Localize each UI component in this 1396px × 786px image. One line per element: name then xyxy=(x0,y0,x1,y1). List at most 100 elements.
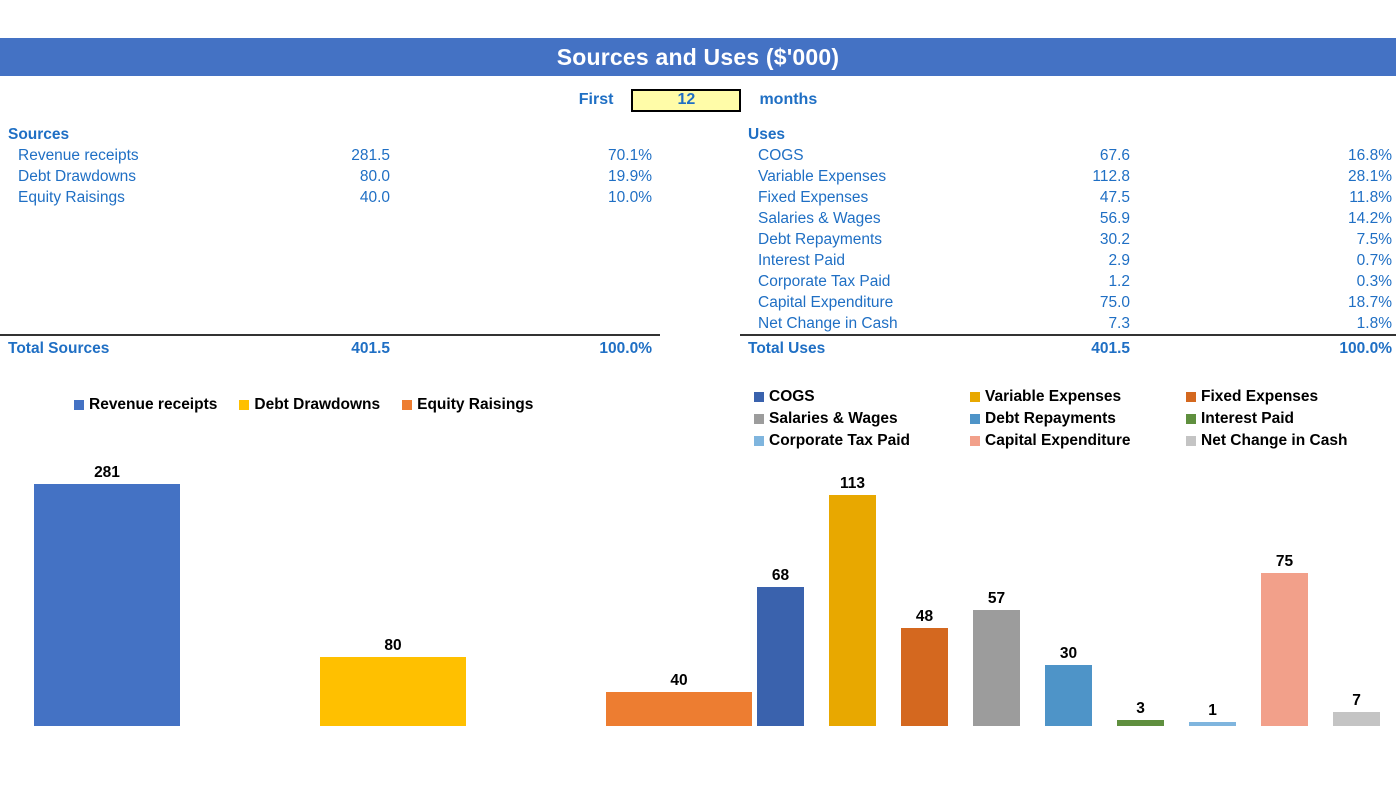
spacer-row xyxy=(0,313,660,335)
table-row: Fixed Expenses 47.5 11.8% xyxy=(740,187,1396,208)
row-percent: 70.1% xyxy=(608,146,652,164)
table-row: Corporate Tax Paid 1.2 0.3% xyxy=(740,271,1396,292)
row-label: Debt Repayments xyxy=(758,230,883,248)
legend-swatch-icon xyxy=(754,392,764,402)
legend-label: Interest Paid xyxy=(1201,410,1295,427)
table-row: Interest Paid 2.9 0.7% xyxy=(740,250,1396,271)
bar-rect xyxy=(320,657,466,726)
chart-bar: 80 xyxy=(320,635,466,726)
legend-swatch-icon xyxy=(74,400,84,410)
bar-rect xyxy=(829,495,876,726)
legend-swatch-icon xyxy=(1186,436,1196,446)
legend-label: Debt Repayments xyxy=(985,410,1116,427)
legend-item: COGS xyxy=(754,386,970,408)
bar-value-label: 3 xyxy=(1136,700,1145,717)
row-percent: 16.8% xyxy=(1348,146,1392,164)
row-value: 47.5 xyxy=(1099,188,1130,206)
bar-rect xyxy=(901,628,948,726)
sources-title: Sources xyxy=(8,125,70,143)
row-value: 75.0 xyxy=(1099,293,1130,311)
bar-rect xyxy=(1045,665,1092,726)
bar-rect xyxy=(1261,573,1308,726)
page-title-bar: Sources and Uses ($'000) xyxy=(0,38,1396,76)
table-row: Capital Expenditure 75.0 18.7% xyxy=(740,292,1396,313)
chart-bar: 30 xyxy=(1045,643,1092,726)
row-value: 2.9 xyxy=(1108,251,1130,269)
spacer-row xyxy=(0,250,660,271)
row-value: 7.3 xyxy=(1108,314,1130,332)
legend-swatch-icon xyxy=(970,414,980,424)
total-percent: 100.0% xyxy=(542,334,660,361)
uses-title: Uses xyxy=(748,125,786,143)
row-label: Interest Paid xyxy=(758,251,846,269)
sources-chart-legend: Revenue receipts Debt Drawdowns Equity Rai… xyxy=(74,396,614,414)
legend-swatch-icon xyxy=(754,414,764,424)
legend-label: COGS xyxy=(769,388,815,405)
total-label: Total Uses xyxy=(740,334,1010,361)
sources-bar-chart: Revenue receipts Debt Drawdowns Equity Rai… xyxy=(0,386,752,726)
period-selector-row: First months xyxy=(0,86,1396,114)
row-value: 40.0 xyxy=(359,188,390,206)
bar-value-label: 1 xyxy=(1208,702,1217,719)
legend-swatch-icon xyxy=(402,400,413,410)
months-input[interactable] xyxy=(631,88,742,112)
chart-bar: 40 xyxy=(606,670,752,726)
row-percent: 0.3% xyxy=(1356,272,1392,290)
spacer-row xyxy=(0,229,660,250)
row-label: Revenue receipts xyxy=(18,146,139,164)
bar-value-label: 68 xyxy=(771,567,790,584)
row-label: COGS xyxy=(758,146,804,164)
bar-value-label: 281 xyxy=(94,464,120,481)
row-label: Salaries & Wages xyxy=(758,209,881,227)
bar-value-label: 40 xyxy=(670,672,688,689)
total-value: 401.5 xyxy=(270,334,542,361)
row-label: Net Change in Cash xyxy=(758,314,898,332)
chart-bar: 281 xyxy=(34,462,180,726)
legend-swatch-icon xyxy=(239,400,250,410)
chart-bar: 57 xyxy=(973,588,1020,726)
sources-total-row: Total Sources 401.5 100.0% xyxy=(0,334,660,361)
bar-value-label: 113 xyxy=(839,475,865,492)
row-label: Debt Drawdowns xyxy=(18,167,137,185)
uses-chart-plot: 68 113 48 57 30 3 1 75 7 xyxy=(740,460,1396,726)
table-row: Equity Raisings 40.0 10.0% xyxy=(0,187,660,208)
legend-label: Salaries & Wages xyxy=(769,410,898,427)
chart-bar: 7 xyxy=(1333,690,1380,726)
legend-item: Fixed Expenses xyxy=(1186,386,1396,408)
legend-item: Variable Expenses xyxy=(970,386,1186,408)
row-value: 80.0 xyxy=(359,167,390,185)
legend-label: Fixed Expenses xyxy=(1201,388,1319,405)
bar-rect xyxy=(34,484,180,726)
row-value: 112.8 xyxy=(1092,167,1130,185)
row-percent: 10.0% xyxy=(608,188,652,206)
row-label: Variable Expenses xyxy=(758,167,887,185)
spacer-row xyxy=(0,208,660,229)
legend-item: Interest Paid xyxy=(1186,408,1396,430)
total-value: 401.5 xyxy=(1010,334,1282,361)
bar-rect xyxy=(757,587,804,726)
legend-swatch-icon xyxy=(1186,414,1196,424)
table-row: Revenue receipts 281.5 70.1% xyxy=(0,145,660,166)
table-row: Debt Repayments 30.2 7.5% xyxy=(740,229,1396,250)
legend-item: Debt Drawdowns xyxy=(239,396,380,414)
row-percent: 19.9% xyxy=(608,167,652,185)
legend-label: Corporate Tax Paid xyxy=(769,432,910,449)
spacer-row xyxy=(0,271,660,292)
row-percent: 18.7% xyxy=(1348,293,1392,311)
legend-item: Equity Raisings xyxy=(402,396,533,414)
uses-chart-legend: COGS Variable Expenses Fixed Expenses Salar… xyxy=(754,386,1396,452)
bar-value-label: 7 xyxy=(1352,692,1361,709)
row-value: 67.6 xyxy=(1099,146,1130,164)
legend-item: Salaries & Wages xyxy=(754,408,970,430)
chart-bar: 48 xyxy=(901,606,948,726)
page-title: Sources and Uses ($'000) xyxy=(556,43,840,70)
uses-section-header: Uses xyxy=(740,124,1396,145)
table-row: Variable Expenses 112.8 28.1% xyxy=(740,166,1396,187)
total-label: Total Sources xyxy=(0,334,270,361)
chart-bar: 1 xyxy=(1189,700,1236,726)
legend-swatch-icon xyxy=(754,436,764,446)
legend-item: Capital Expenditure xyxy=(970,430,1186,452)
bar-rect xyxy=(1117,720,1164,726)
sources-panel: Sources Revenue receipts 281.5 70.1% Deb… xyxy=(0,124,660,361)
chart-bar: 3 xyxy=(1117,698,1164,726)
